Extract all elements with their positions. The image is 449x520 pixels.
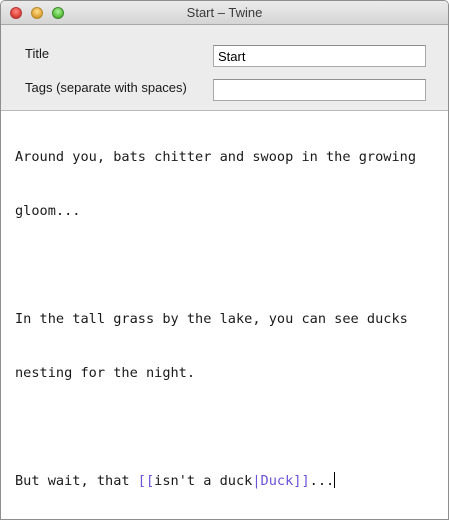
link-separator: |: [252, 473, 261, 489]
link-open-brackets: [[: [137, 473, 155, 489]
editor-line: Around you, bats chitter and swoop in th…: [15, 149, 417, 165]
title-input[interactable]: [213, 45, 426, 67]
editor-blank-line: [15, 418, 444, 436]
tags-label: Tags (separate with spaces): [25, 80, 187, 95]
link-target: Duck: [260, 473, 294, 489]
passage-text-editor[interactable]: Around you, bats chitter and swoop in th…: [7, 111, 444, 517]
editor-line: nesting for the night.: [15, 365, 196, 381]
editor-line-with-link: But wait, that [[isn't a duck|Duck]]...: [15, 472, 444, 490]
line-suffix: ...: [309, 473, 335, 489]
link-display-text: isn't a duck: [154, 473, 253, 489]
title-bar[interactable]: Start – Twine: [1, 1, 448, 25]
passage-properties-panel: Title Tags (separate with spaces): [1, 25, 448, 111]
editor-blank-line: [15, 256, 444, 274]
editor-line: In the tall grass by the lake, you can s…: [15, 311, 408, 327]
twine-passage-window: Start – Twine Title Tags (separate with …: [0, 0, 449, 520]
line-prefix: But wait, that: [15, 473, 138, 489]
tags-input[interactable]: [213, 79, 426, 101]
text-caret: [334, 472, 336, 488]
link-close-brackets: ]]: [293, 473, 310, 489]
editor-line: gloom...: [15, 203, 81, 219]
title-label: Title: [25, 46, 50, 61]
window-title: Start – Twine: [186, 5, 263, 20]
